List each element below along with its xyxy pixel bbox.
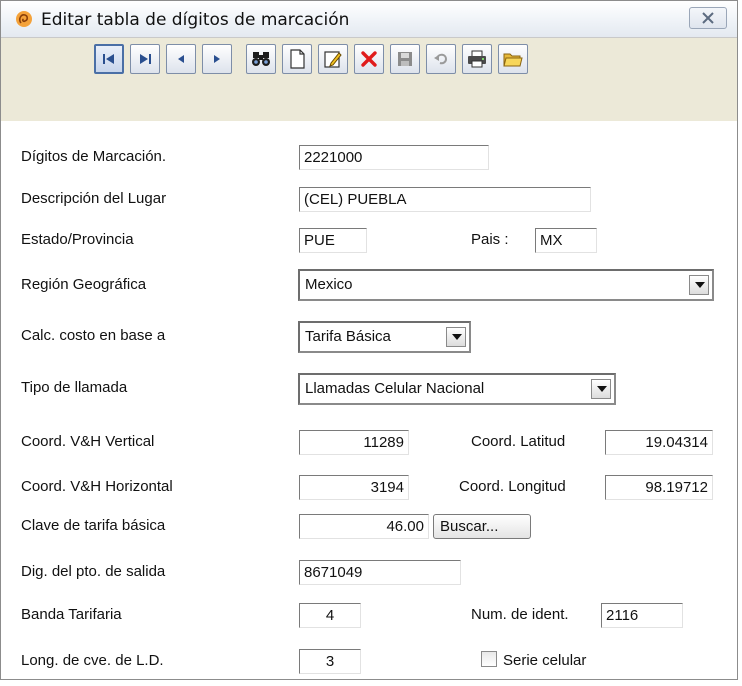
- last-record-button[interactable]: [130, 44, 160, 74]
- num-ident-label: Num. de ident.: [471, 606, 569, 623]
- long-cve-field[interactable]: 3: [299, 649, 361, 674]
- banda-label: Banda Tarifaria: [21, 606, 122, 623]
- clave-tarifa-field[interactable]: 46.00: [299, 514, 429, 539]
- dig-salida-label: Dig. del pto. de salida: [21, 563, 166, 580]
- print-button[interactable]: [462, 44, 492, 74]
- region-selected-value: Mexico: [305, 276, 353, 293]
- coord-longitud-label: Coord. Longitud: [459, 478, 566, 495]
- region-label: Región Geográfica: [21, 276, 147, 293]
- coord-longitud-field[interactable]: 98.19712: [605, 475, 713, 500]
- num-ident-field[interactable]: 2116: [601, 603, 683, 628]
- chevron-down-icon: [452, 334, 462, 340]
- new-record-button[interactable]: [282, 44, 312, 74]
- previous-record-button[interactable]: [166, 44, 196, 74]
- digitos-field[interactable]: 2221000: [299, 145, 489, 170]
- new-document-icon: [290, 49, 305, 69]
- region-dropdown-arrow[interactable]: [689, 275, 709, 295]
- serie-celular-checkbox[interactable]: [481, 651, 497, 667]
- buscar-button[interactable]: Buscar...: [433, 514, 531, 539]
- find-button[interactable]: [246, 44, 276, 74]
- close-button[interactable]: [689, 7, 727, 29]
- descripcion-field[interactable]: (CEL) PUEBLA: [299, 187, 591, 212]
- coord-latitud-label: Coord. Latitud: [471, 433, 566, 450]
- open-folder-button[interactable]: [498, 44, 528, 74]
- save-icon: [398, 52, 412, 66]
- binoculars-icon: [252, 52, 270, 66]
- edit-pencil-icon: [324, 51, 342, 68]
- dig-salida-field[interactable]: 8671049: [299, 560, 461, 585]
- folder-icon: [503, 53, 523, 67]
- first-record-button[interactable]: [94, 44, 124, 74]
- printer-icon: [468, 50, 486, 68]
- edit-record-button[interactable]: [318, 44, 348, 74]
- region-select[interactable]: Mexico: [298, 269, 714, 301]
- coord-horizontal-field[interactable]: 3194: [299, 475, 409, 500]
- chevron-down-icon: [695, 282, 705, 288]
- tipo-llamada-select[interactable]: Llamadas Celular Nacional: [298, 373, 616, 405]
- next-record-button[interactable]: [202, 44, 232, 74]
- tipo-llamada-label: Tipo de llamada: [21, 379, 128, 396]
- serie-celular-label: Serie celular: [503, 652, 587, 669]
- window-title: Editar tabla de dígitos de marcación: [41, 10, 350, 30]
- long-cve-label: Long. de cve. de L.D.: [21, 652, 164, 669]
- first-record-icon: [103, 54, 114, 64]
- close-icon: [702, 12, 714, 24]
- form-panel: Dígitos de Marcación. 2221000 Descripció…: [1, 121, 737, 679]
- pais-field[interactable]: MX: [535, 228, 597, 253]
- toolbar: [1, 38, 737, 122]
- tipo-llamada-dropdown-arrow[interactable]: [591, 379, 611, 399]
- estado-field[interactable]: PUE: [299, 228, 367, 253]
- digitos-label: Dígitos de Marcación.: [21, 148, 167, 165]
- pais-label: Pais :: [471, 231, 509, 248]
- save-button[interactable]: [390, 44, 420, 74]
- calc-costo-label: Calc. costo en base a: [21, 327, 166, 344]
- previous-icon: [178, 55, 184, 63]
- title-bar[interactable]: Editar tabla de dígitos de marcación: [1, 1, 737, 38]
- coord-latitud-field[interactable]: 19.04314: [605, 430, 713, 455]
- banda-field[interactable]: 4: [299, 603, 361, 628]
- coord-horizontal-label: Coord. V&H Horizontal: [21, 478, 173, 495]
- clave-tarifa-label: Clave de tarifa básica: [21, 517, 166, 534]
- app-swirl-icon: [16, 11, 32, 27]
- delete-x-icon: [361, 51, 377, 67]
- descripcion-label: Descripción del Lugar: [21, 190, 167, 207]
- next-icon: [214, 55, 220, 63]
- calc-costo-dropdown-arrow[interactable]: [446, 327, 466, 347]
- calc-costo-select[interactable]: Tarifa Básica: [298, 321, 471, 353]
- chevron-down-icon: [597, 386, 607, 392]
- calc-costo-selected-value: Tarifa Básica: [305, 328, 391, 345]
- coord-vertical-field[interactable]: 11289: [299, 430, 409, 455]
- undo-icon: [434, 53, 448, 65]
- undo-button[interactable]: [426, 44, 456, 74]
- coord-vertical-label: Coord. V&H Vertical: [21, 433, 155, 450]
- edit-dialog-window: Editar tabla de dígitos de marcación Díg…: [0, 0, 738, 680]
- delete-record-button[interactable]: [354, 44, 384, 74]
- estado-label: Estado/Provincia: [21, 231, 134, 248]
- tipo-llamada-selected-value: Llamadas Celular Nacional: [305, 380, 485, 397]
- last-record-icon: [140, 54, 151, 64]
